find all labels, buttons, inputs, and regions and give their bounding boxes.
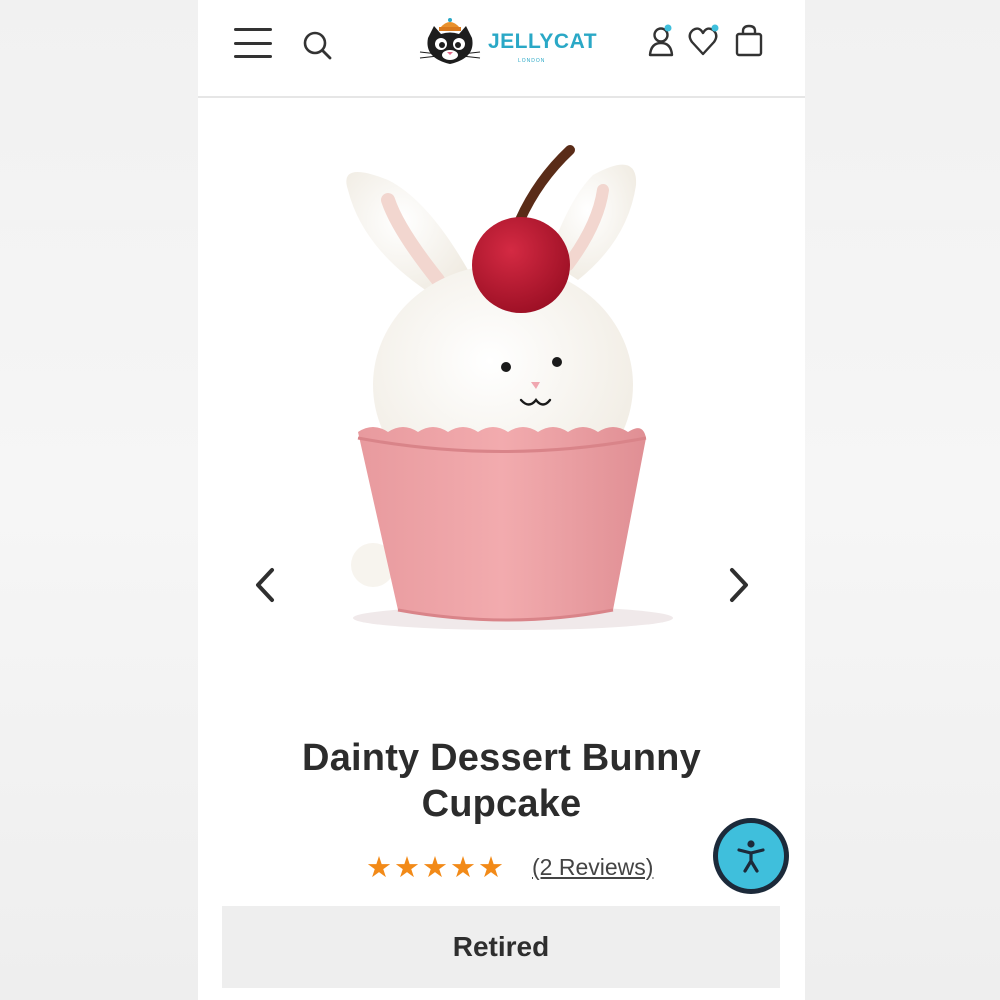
product-title: Dainty Dessert Bunny Cupcake xyxy=(198,735,805,827)
retired-label: Retired xyxy=(452,931,550,962)
chevron-left-icon[interactable] xyxy=(246,560,286,610)
site-header: JELLYCAT LONDON xyxy=(198,0,805,98)
brand-name: JELLYCAT xyxy=(488,30,598,53)
jellycat-logo[interactable]: JELLYCAT LONDON xyxy=(414,14,598,74)
product-title-text: Dainty Dessert Bunny Cupcake xyxy=(302,737,701,825)
accessibility-icon xyxy=(718,823,784,889)
menu-icon[interactable] xyxy=(234,28,272,58)
search-icon[interactable] xyxy=(302,30,334,67)
chevron-right-icon[interactable] xyxy=(718,560,758,610)
account-icon[interactable] xyxy=(647,24,677,63)
accessibility-button[interactable] xyxy=(713,818,789,894)
brand-sub: LONDON xyxy=(518,58,546,64)
reviews-link[interactable]: (2 Reviews) xyxy=(532,854,653,881)
wishlist-icon[interactable] xyxy=(688,24,722,63)
star-icon: ★ xyxy=(366,850,392,884)
bag-icon[interactable] xyxy=(734,24,764,63)
product-rating: ★ ★ ★ ★ ★ (2 Reviews) xyxy=(366,850,653,884)
product-image[interactable] xyxy=(198,120,805,680)
star-rating: ★ ★ ★ ★ ★ xyxy=(366,852,504,882)
cat-logo-icon xyxy=(419,18,481,64)
star-icon: ★ xyxy=(478,850,504,884)
left-backdrop xyxy=(0,0,198,1000)
star-icon: ★ xyxy=(394,850,420,884)
star-icon: ★ xyxy=(450,850,476,884)
retired-status-bar: Retired xyxy=(222,906,780,988)
mobile-page: JELLYCAT LONDON Dainty Dessert Bunny Cup… xyxy=(198,0,805,1000)
star-icon: ★ xyxy=(422,850,448,884)
right-backdrop xyxy=(805,0,1000,1000)
